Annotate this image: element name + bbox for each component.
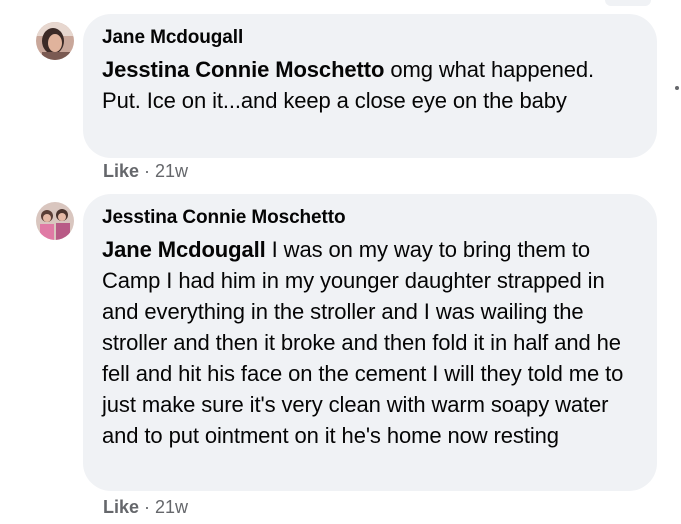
comment-actions: Like · 21w xyxy=(103,161,188,182)
mention-link[interactable]: Jane Mcdougall xyxy=(102,237,266,262)
overflow-dot-icon[interactable] xyxy=(675,86,679,90)
like-button[interactable]: Like xyxy=(103,497,139,517)
comment-text: Jane Mcdougall I was on my way to bring … xyxy=(102,234,638,451)
comment-body: I was on my way to bring them to Camp I … xyxy=(102,237,624,448)
comment-text: Jesstina Connie Moschetto omg what happe… xyxy=(102,54,638,116)
like-button[interactable]: Like xyxy=(103,161,139,181)
comment-author[interactable]: Jane Mcdougall xyxy=(102,26,638,50)
mention-link[interactable]: Jesstina Connie Moschetto xyxy=(102,57,384,82)
previous-comment-bubble-edge xyxy=(605,0,651,6)
separator: · xyxy=(139,161,156,181)
comment-author[interactable]: Jesstina Connie Moschetto xyxy=(102,206,638,230)
comment-timestamp[interactable]: 21w xyxy=(155,497,188,517)
avatar[interactable] xyxy=(36,202,74,240)
comment-bubble: Jesstina Connie Moschetto Jane Mcdougall… xyxy=(83,194,657,491)
avatar-photo-icon xyxy=(36,202,74,240)
comment-bubble: Jane Mcdougall Jesstina Connie Moschetto… xyxy=(83,14,657,158)
separator: · xyxy=(139,497,156,517)
comment-thread: Jane Mcdougall Jesstina Connie Moschetto… xyxy=(0,0,681,524)
avatar[interactable] xyxy=(36,22,74,60)
avatar-photo-icon xyxy=(36,22,74,60)
comment-timestamp[interactable]: 21w xyxy=(155,161,188,181)
comment-actions: Like · 21w xyxy=(103,497,188,518)
